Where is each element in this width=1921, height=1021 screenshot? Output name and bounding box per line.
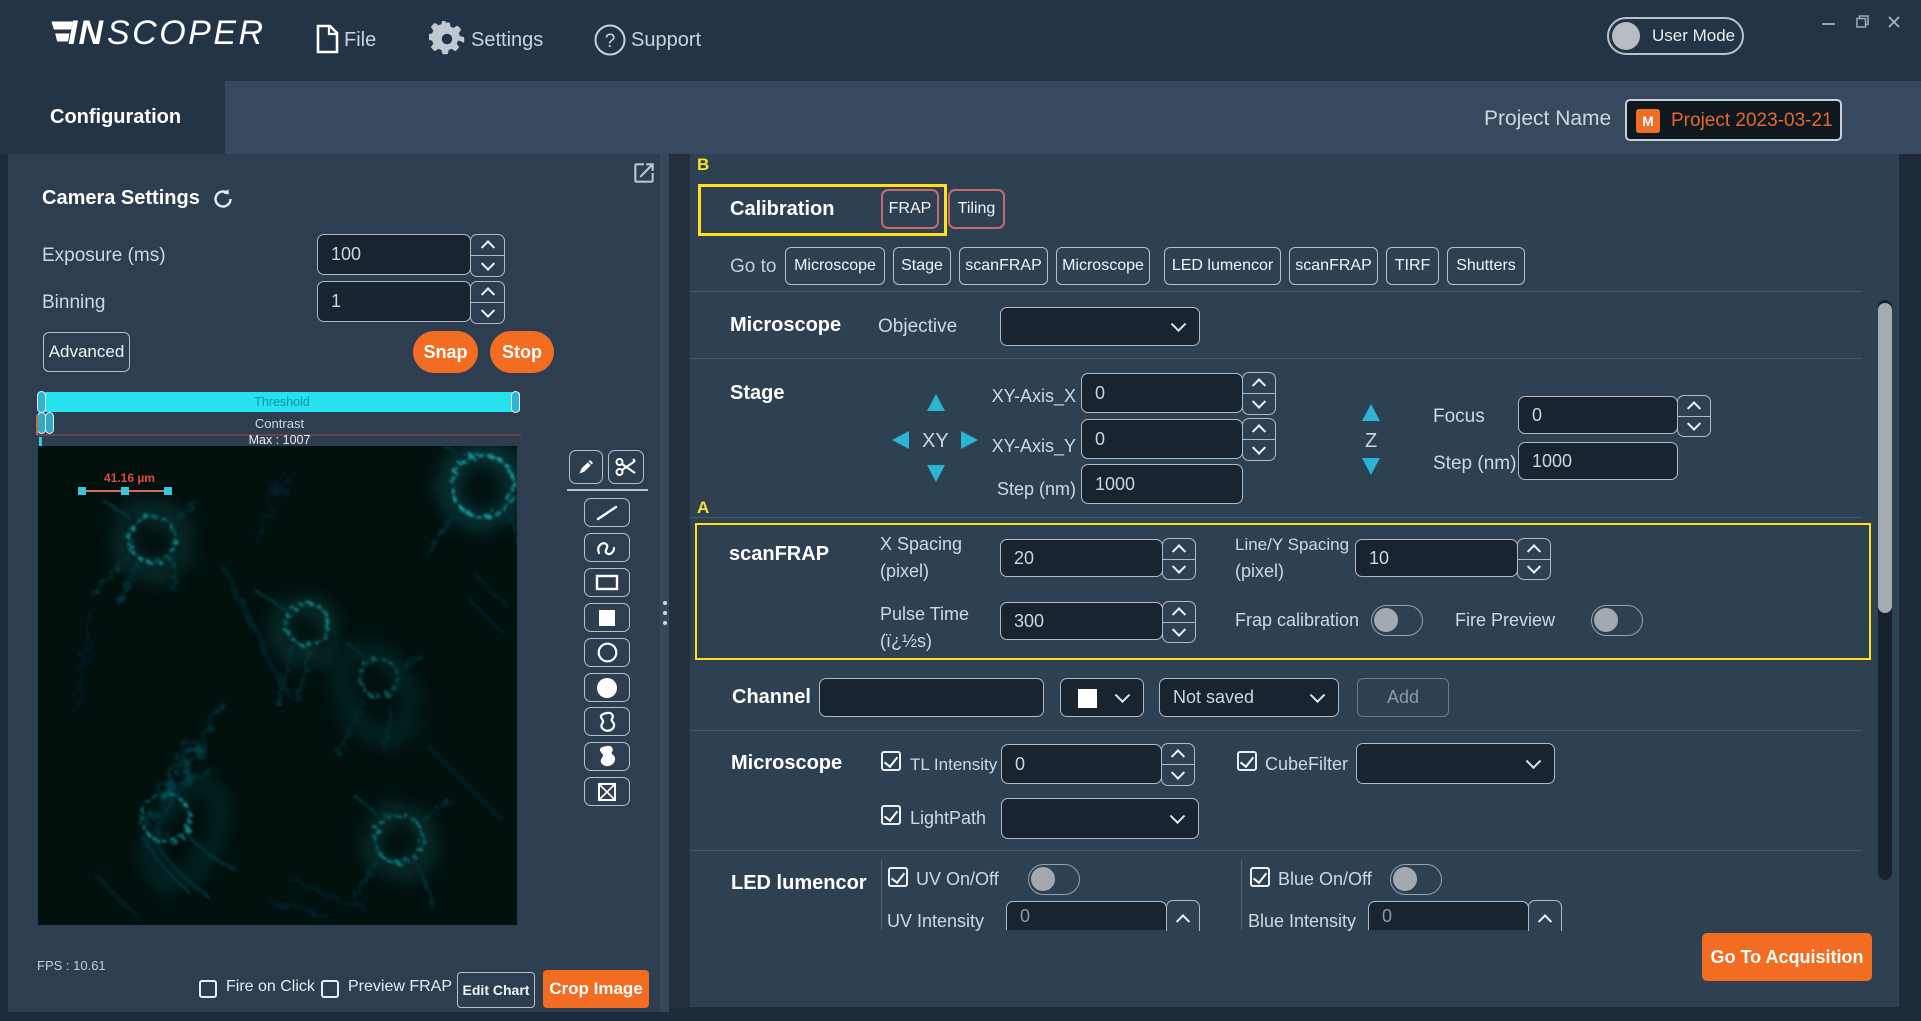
svg-text:41.16 µm: 41.16 µm [104,471,155,485]
svg-text:?: ? [605,31,616,52]
